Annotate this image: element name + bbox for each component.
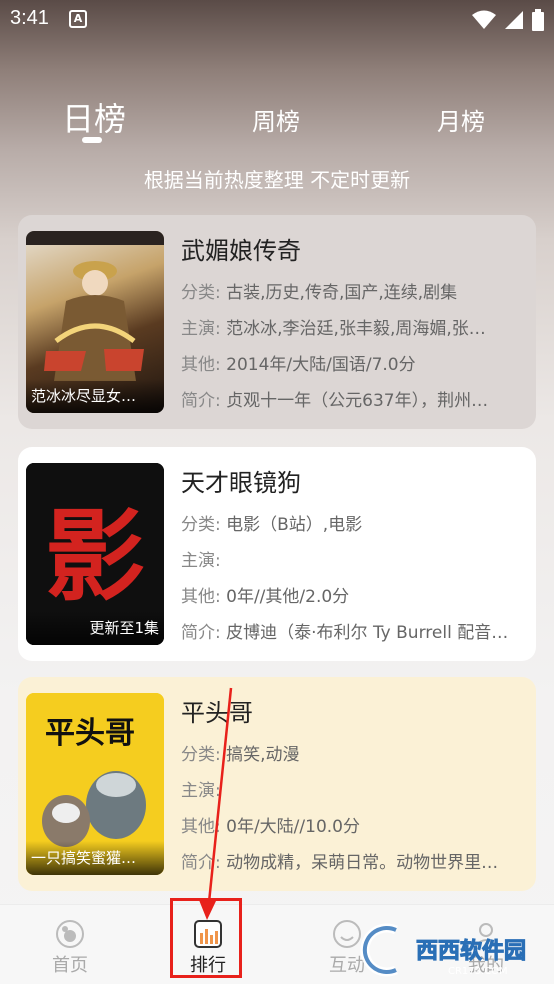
other-value: 0年//其他/2.0分: [226, 587, 350, 607]
other-value: 2014年/大陆/国语/7.0分: [226, 355, 416, 375]
category-label: 分类:: [181, 283, 221, 303]
poster-caption: 更新至1集: [26, 611, 164, 645]
item-cast: 主演:: [181, 773, 526, 809]
status-icons: [472, 9, 544, 31]
battery-icon: [532, 9, 544, 31]
item-info: 平头哥 分类: 搞笑,动漫 主演: 其他: 0年/大陆//10.0分 简介: 动…: [181, 695, 526, 881]
status-bar: 3:41 A: [0, 0, 554, 38]
intro-label: 简介:: [181, 623, 221, 643]
watermark-brand: 西西软件园: [416, 938, 526, 964]
item-intro: 简介: 贞观十一年（公元637年），荆州…: [181, 383, 526, 419]
poster-glyph: 影: [45, 498, 145, 615]
item-title: 平头哥: [181, 699, 253, 727]
tab-active-indicator: [82, 137, 102, 143]
item-other: 其他: 2014年/大陆/国语/7.0分: [181, 347, 526, 383]
list-item[interactable]: 影 更新至1集 天才眼镜狗 分类: 电影（B站）,电影 主演: 其他: 0年//…: [18, 447, 536, 661]
tab-weekly[interactable]: 周榜: [252, 102, 300, 137]
wifi-icon: [472, 10, 496, 29]
item-info: 天才眼镜狗 分类: 电影（B站）,电影 主演: 其他: 0年//其他/2.0分 …: [181, 465, 526, 651]
category-label: 分类:: [181, 515, 221, 535]
item-other: 其他: 0年/大陆//10.0分: [181, 809, 526, 845]
list-item[interactable]: 范冰冰尽显女… 武媚娘传奇 分类: 古装,历史,传奇,国产,连续,剧集 主演: …: [18, 215, 536, 429]
poster-image: 范冰冰尽显女…: [26, 231, 164, 413]
intro-label: 简介:: [181, 853, 221, 873]
annotation-highlight-box: [170, 898, 242, 978]
item-cast: 主演: 范冰冰,李治廷,张丰毅,周海媚,张…: [181, 311, 526, 347]
nav-home[interactable]: 首页: [20, 905, 120, 984]
category-value: 电影（B站）,电影: [226, 515, 363, 535]
item-title: 天才眼镜狗: [181, 469, 301, 497]
poster-image: 影 更新至1集: [26, 463, 164, 645]
cast-label: 主演:: [181, 781, 221, 801]
intro-label: 简介:: [181, 391, 221, 411]
intro-value: 动物成精，呆萌日常。动物世界里…: [226, 853, 499, 873]
poster-logo: 平头哥: [45, 716, 135, 751]
intro-value: 贞观十一年（公元637年），荆州…: [226, 391, 489, 411]
tab-monthly[interactable]: 月榜: [437, 102, 485, 137]
watermark-icon: 西西软件园 CR173.COM: [360, 923, 527, 977]
other-label: 其他:: [181, 355, 221, 375]
poster-caption: 范冰冰尽显女…: [26, 379, 164, 413]
list-item[interactable]: 平头哥 一只搞笑蜜獾… 平头哥 分类: 搞笑,动漫 主演: 其他: 0年/大陆/…: [18, 677, 536, 891]
item-cast: 主演:: [181, 543, 526, 579]
notification-icon: A: [69, 10, 87, 28]
other-label: 其他:: [181, 817, 221, 837]
poster-image: 平头哥 一只搞笑蜜獾…: [26, 693, 164, 875]
category-label: 分类:: [181, 745, 221, 765]
cast-value: 范冰冰,李治廷,张丰毅,周海媚,张…: [226, 319, 486, 339]
item-title: 武媚娘传奇: [181, 237, 301, 265]
cast-label: 主演:: [181, 319, 221, 339]
cast-label: 主演:: [181, 551, 221, 571]
signal-icon: [505, 11, 523, 29]
poster-caption: 一只搞笑蜜獾…: [26, 841, 164, 875]
intro-value: 皮博迪（泰·布利尔 Ty Burrell 配音…: [226, 623, 509, 643]
item-info: 武媚娘传奇 分类: 古装,历史,传奇,国产,连续,剧集 主演: 范冰冰,李治廷,…: [181, 233, 526, 419]
category-value: 搞笑,动漫: [226, 745, 300, 765]
category-value: 古装,历史,传奇,国产,连续,剧集: [226, 283, 458, 303]
watermark-logo: 西西软件园 CR173.COM: [356, 922, 548, 978]
item-intro: 简介: 动物成精，呆萌日常。动物世界里…: [181, 845, 526, 881]
nav-label: 首页: [52, 955, 88, 976]
item-other: 其他: 0年//其他/2.0分: [181, 579, 526, 615]
page-subtitle: 根据当前热度整理 不定时更新: [143, 168, 411, 192]
item-category: 分类: 电影（B站）,电影: [181, 507, 526, 543]
status-time: 3:41: [10, 7, 49, 29]
other-label: 其他:: [181, 587, 221, 607]
other-value: 0年/大陆//10.0分: [226, 817, 360, 837]
item-category: 分类: 搞笑,动漫: [181, 737, 526, 773]
tab-daily[interactable]: 日榜: [62, 94, 126, 140]
ranking-tabs: 日榜 周榜 月榜: [0, 90, 554, 150]
watermark-url: CR173.COM: [448, 966, 508, 977]
item-intro: 简介: 皮博迪（泰·布利尔 Ty Burrell 配音…: [181, 615, 526, 651]
home-icon: [56, 920, 84, 948]
item-category: 分类: 古装,历史,传奇,国产,连续,剧集: [181, 275, 526, 311]
